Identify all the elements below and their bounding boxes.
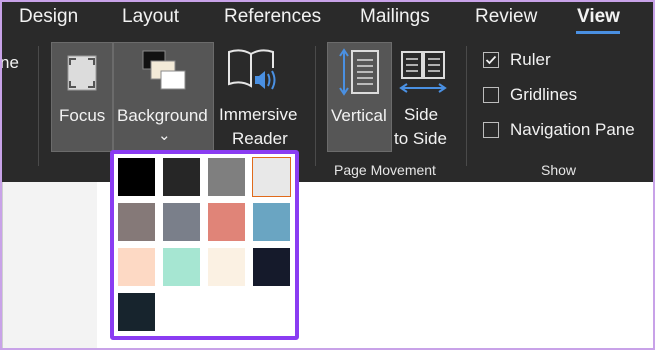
color-swatch-peach[interactable] — [118, 248, 155, 286]
group-separator — [38, 46, 39, 166]
focus-icon — [67, 55, 97, 91]
tab-view[interactable]: View — [577, 5, 620, 29]
vertical-button[interactable]: Vertical — [327, 42, 392, 152]
navigation-pane-checkbox-row[interactable]: Navigation Pane — [480, 118, 655, 142]
page-movement-group-label: Page Movement — [334, 162, 436, 178]
group-separator — [315, 46, 316, 166]
background-button[interactable]: Background ⌄ — [113, 42, 214, 152]
side-to-side-button[interactable]: Side to Side — [392, 42, 454, 162]
tab-review[interactable]: Review — [475, 5, 537, 29]
active-tab-indicator — [576, 31, 620, 34]
page-color-palette — [110, 150, 299, 340]
view-ribbon: ne Focus Background ⌄ Immersive Reader V… — [0, 36, 655, 182]
background-label: Background — [117, 106, 208, 125]
tab-design[interactable]: Design — [19, 5, 78, 29]
color-swatch-steel-blue[interactable] — [253, 203, 290, 241]
color-swatch-mint[interactable] — [163, 248, 200, 286]
ribbon-tab-bar: Design Layout References Mailings Review… — [0, 0, 655, 36]
immersive-reader-button[interactable]: Immersive Reader — [214, 42, 297, 162]
color-swatch-black[interactable] — [118, 158, 155, 196]
color-swatch-taupe[interactable] — [118, 203, 155, 241]
color-swatch-slate[interactable] — [163, 203, 200, 241]
ruler-checkbox[interactable] — [483, 52, 499, 68]
color-swatch-salmon[interactable] — [208, 203, 245, 241]
show-group-label: Show — [541, 162, 577, 178]
immersive-reader-icon — [228, 49, 276, 90]
immersive-label-line1: Immersive — [219, 105, 298, 124]
tab-mailings[interactable]: Mailings — [360, 5, 430, 29]
vertical-scroll-icon — [339, 48, 379, 96]
color-swatch-navy-black[interactable] — [253, 248, 290, 286]
group-separator — [466, 46, 467, 166]
checkmark-icon — [485, 55, 496, 64]
color-swatch-dark-teal[interactable] — [118, 293, 155, 331]
ruler-checkbox-row[interactable]: Ruler — [480, 48, 655, 72]
immersive-label-line2: Reader — [232, 129, 288, 148]
navigation-pane-label: Navigation Pane — [510, 120, 635, 139]
side-label-line2: to Side — [394, 129, 447, 148]
color-swatch-gray[interactable] — [208, 158, 245, 196]
ruler-label: Ruler — [510, 50, 551, 69]
vertical-label: Vertical — [331, 106, 387, 125]
page-color-icon — [142, 50, 186, 90]
navigation-pane-checkbox[interactable] — [483, 122, 499, 138]
color-swatch-cream[interactable] — [208, 248, 245, 286]
chevron-down-icon: ⌄ — [158, 127, 171, 144]
tab-layout[interactable]: Layout — [122, 5, 179, 29]
cut-off-label[interactable]: ne — [0, 52, 19, 74]
document-margin-area — [0, 182, 97, 350]
side-to-side-icon — [399, 51, 447, 93]
color-swatch-light-gray[interactable] — [252, 157, 291, 197]
focus-label: Focus — [59, 106, 106, 125]
color-swatch-dark-gray[interactable] — [163, 158, 200, 196]
gridlines-label: Gridlines — [510, 85, 578, 104]
document-edge — [0, 182, 3, 350]
side-label-line1: Side — [404, 105, 439, 124]
document-canvas[interactable] — [0, 182, 655, 350]
focus-button[interactable]: Focus — [51, 42, 113, 152]
tab-references[interactable]: References — [224, 5, 321, 29]
gridlines-checkbox-row[interactable]: Gridlines — [480, 83, 655, 107]
gridlines-checkbox[interactable] — [483, 87, 499, 103]
